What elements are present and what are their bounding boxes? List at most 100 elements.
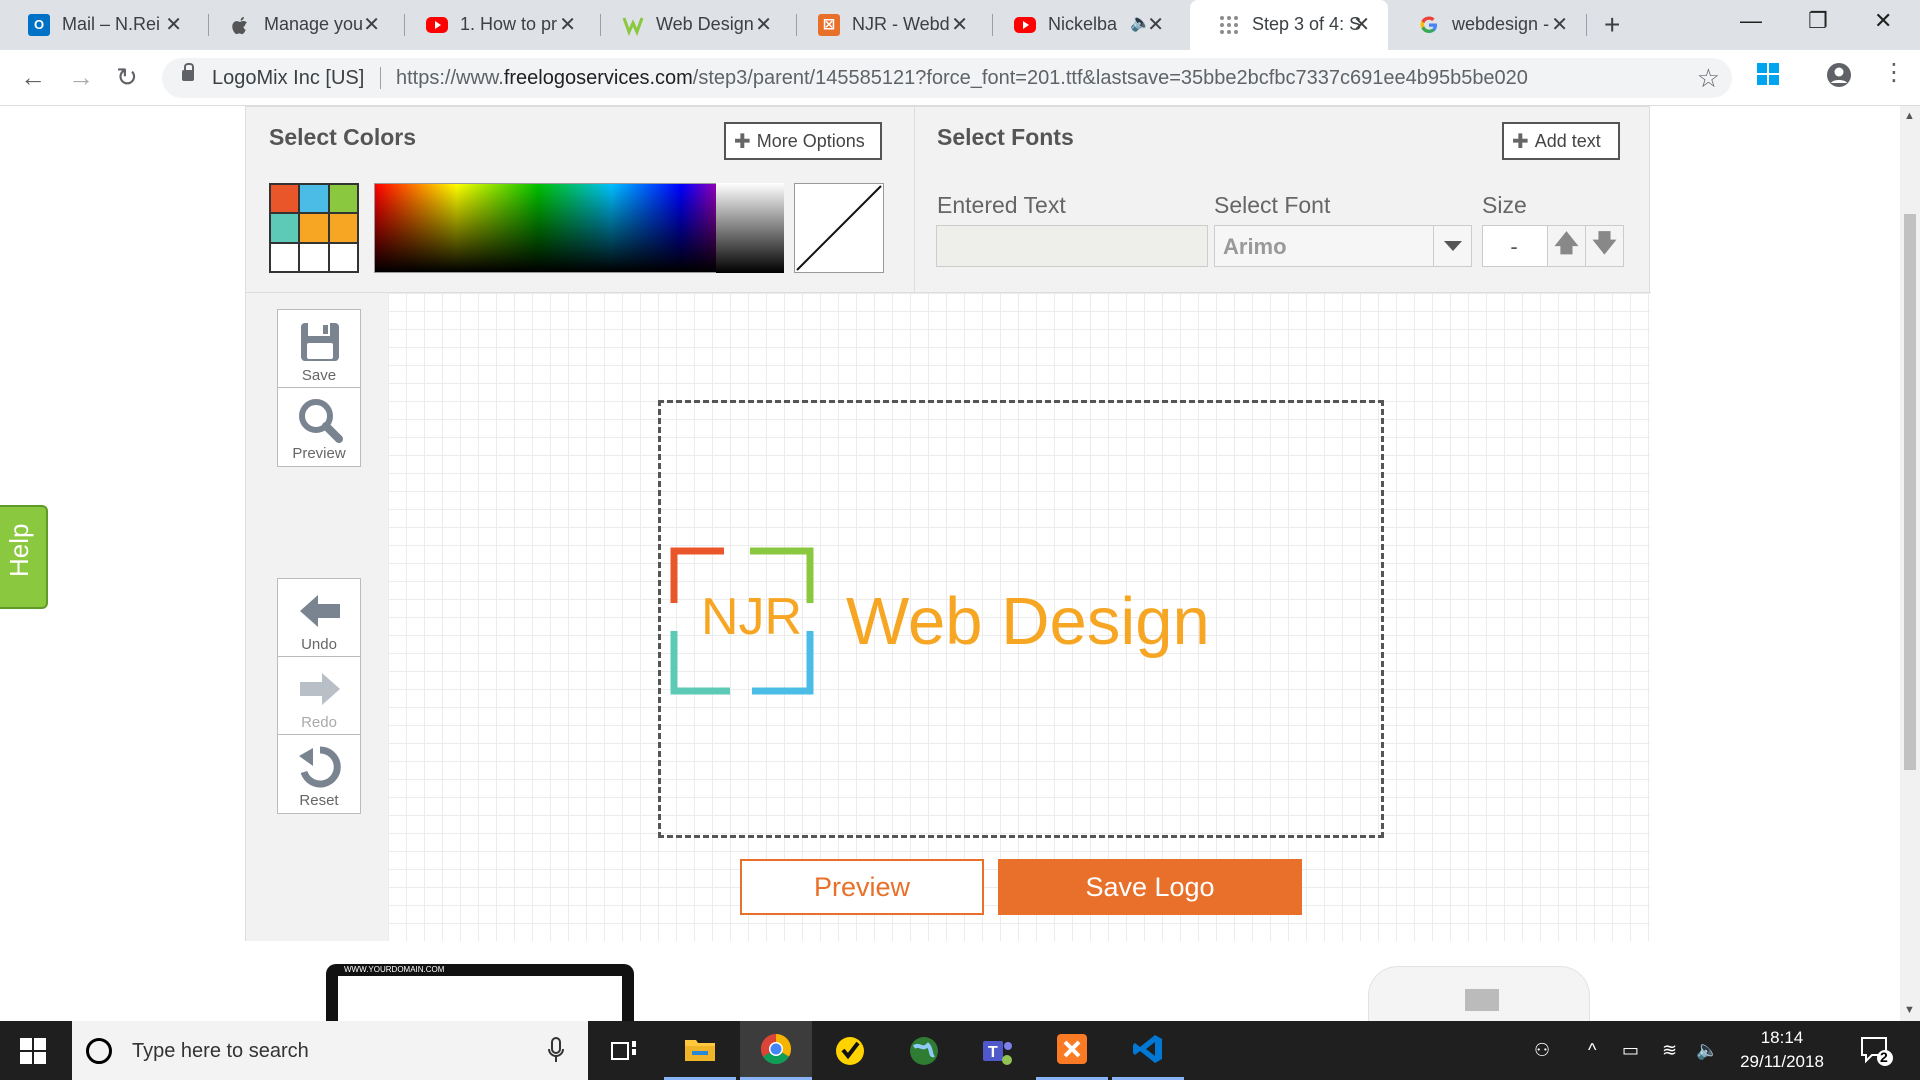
task-view-icon[interactable]	[588, 1021, 660, 1080]
chrome-icon[interactable]	[740, 1021, 812, 1080]
tab-google-webdesign[interactable]: webdesign - ✕	[1390, 0, 1586, 50]
grayscale-picker[interactable]	[716, 183, 784, 273]
close-icon[interactable]: ✕	[755, 12, 772, 37]
swatch[interactable]	[270, 184, 300, 214]
xampp-taskbar-icon[interactable]	[1036, 1021, 1108, 1080]
chevron-up-icon[interactable]: ^	[1588, 1040, 1596, 1061]
font-select[interactable]: Arimo	[1214, 225, 1472, 267]
swatch[interactable]	[299, 242, 329, 272]
close-icon[interactable]: ✕	[1147, 12, 1164, 37]
size-value[interactable]: -	[1483, 234, 1545, 260]
laptop-url-bar: WWW.YOURDOMAIN.COM	[338, 964, 598, 976]
tab-njr-webdesign[interactable]: ⊠ NJR - Webd ✕	[790, 0, 986, 50]
close-icon[interactable]: ✕	[559, 12, 576, 37]
file-explorer-icon[interactable]	[664, 1021, 736, 1080]
windows-extension-icon[interactable]	[1756, 62, 1780, 91]
help-label: Help	[4, 523, 34, 577]
tab-web-design[interactable]: Web Design ✕	[594, 0, 790, 50]
cortana-ring-icon	[86, 1038, 112, 1064]
scroll-up-arrow-icon[interactable]: ▲	[1904, 110, 1915, 122]
teams-icon[interactable]: T	[962, 1021, 1034, 1080]
design-canvas[interactable]: NJR Web Design	[388, 293, 1650, 941]
preview-tool-label: Preview	[292, 445, 346, 462]
close-icon[interactable]: ✕	[1551, 12, 1568, 37]
plus-icon: ✚	[734, 130, 751, 153]
tab-step-3-of-4[interactable]: Step 3 of 4: S ✕	[1190, 0, 1388, 50]
tab-label: NJR - Webd	[852, 14, 950, 34]
bookmark-star-icon[interactable]: ☆	[1697, 63, 1720, 94]
save-logo-button[interactable]: Save Logo	[998, 859, 1302, 915]
no-color-button[interactable]	[794, 183, 884, 273]
profile-avatar-icon[interactable]	[1826, 62, 1852, 93]
swatch[interactable]	[270, 242, 300, 272]
tab-label: Mail – N.Rei	[62, 14, 161, 34]
scroll-down-arrow-icon[interactable]: ▼	[1904, 1004, 1915, 1016]
address-bar[interactable]: LogoMix Inc [US] https://www.freelogoser…	[162, 58, 1732, 98]
preview-tool-button[interactable]: Preview	[277, 387, 361, 467]
swatch[interactable]	[328, 213, 358, 243]
norton-check-icon[interactable]	[814, 1021, 886, 1080]
forward-arrow-icon[interactable]: →	[68, 62, 94, 93]
close-icon[interactable]: ✕	[1353, 12, 1370, 37]
swatch[interactable]	[328, 184, 358, 214]
url-text[interactable]: https://www.freelogoservices.com/step3/p…	[396, 67, 1528, 90]
add-text-button[interactable]: ✚ Add text	[1502, 122, 1620, 160]
youtube-icon	[426, 17, 448, 33]
vscode-icon[interactable]	[1112, 1021, 1184, 1080]
redo-tool-button[interactable]: Redo	[277, 656, 361, 736]
logo-name-text[interactable]: Web Design	[846, 583, 1210, 660]
volume-icon[interactable]: 🔈	[1696, 1040, 1718, 1061]
tab-manage-apple-id[interactable]: Manage you ✕	[202, 0, 398, 50]
swatch[interactable]	[299, 213, 329, 243]
url-path: /step3/parent/145585121?force_font=201.t…	[692, 67, 1528, 89]
tab-youtube-how-to[interactable]: 1. How to pr ✕	[398, 0, 594, 50]
minimize-icon[interactable]: —	[1740, 8, 1762, 34]
back-arrow-icon[interactable]: ←	[20, 62, 46, 93]
battery-icon[interactable]: ▭	[1622, 1040, 1639, 1061]
grid-dots-icon	[1218, 14, 1240, 36]
windows-start-icon[interactable]	[20, 1038, 46, 1069]
undo-tool-button[interactable]: Undo	[277, 578, 361, 658]
size-decrease-arrow-icon[interactable]: 🡇	[1585, 226, 1623, 266]
tab-label: Manage you	[264, 14, 364, 34]
wifi-icon[interactable]: ≋	[1662, 1040, 1677, 1061]
redo-arrow-icon	[278, 665, 362, 713]
reset-tool-button[interactable]: Reset	[277, 734, 361, 814]
notification-center-icon[interactable]: 2	[1860, 1035, 1894, 1072]
close-icon[interactable]: ✕	[951, 12, 968, 37]
save-tool-button[interactable]: Save	[277, 309, 361, 389]
logo-preview[interactable]: NJR Web Design	[668, 543, 1228, 713]
entered-text-input[interactable]	[936, 225, 1208, 267]
close-icon[interactable]: ✕	[165, 12, 182, 37]
swatch[interactable]	[299, 184, 329, 214]
size-label: Size	[1482, 192, 1527, 218]
restore-icon[interactable]: ❐	[1808, 8, 1828, 34]
close-icon[interactable]: ✕	[363, 12, 380, 37]
swatch[interactable]	[270, 213, 300, 243]
taskbar-clock[interactable]: 18:14 29/11/2018	[1717, 1026, 1847, 1074]
preview-button[interactable]: Preview	[740, 859, 984, 915]
plus-icon: ✚	[1512, 130, 1529, 153]
microphone-icon[interactable]	[548, 1037, 564, 1068]
people-icon[interactable]: ⚇	[1534, 1040, 1550, 1061]
size-increase-arrow-icon[interactable]: 🡅	[1547, 226, 1585, 266]
scroll-thumb[interactable]	[1904, 214, 1916, 770]
swatch[interactable]	[328, 242, 358, 272]
tab-mail[interactable]: O Mail – N.Rei ✕	[0, 0, 200, 50]
undo-arrow-icon	[278, 587, 362, 635]
more-options-button[interactable]: ✚ More Options	[724, 122, 882, 160]
chevron-down-icon[interactable]	[1433, 226, 1471, 266]
taskbar-search-box[interactable]: Type here to search	[72, 1021, 588, 1080]
tab-nickelback[interactable]: Nickelba 🔈 ✕	[986, 0, 1182, 50]
url-separator	[380, 67, 381, 89]
logo-monogram[interactable]: NJR	[701, 587, 802, 647]
globe-app-icon[interactable]	[888, 1021, 960, 1080]
reload-icon[interactable]: ↻	[116, 62, 138, 93]
help-tab[interactable]: Help	[0, 505, 48, 609]
notification-count: 2	[1880, 1049, 1888, 1065]
close-window-icon[interactable]: ✕	[1874, 8, 1892, 34]
new-tab-plus-icon[interactable]: +	[1604, 9, 1620, 41]
page-scrollbar[interactable]: ▲ ▼	[1900, 106, 1920, 1021]
xampp-icon: ⊠	[818, 14, 840, 36]
menu-dots-icon[interactable]: ⋮	[1882, 58, 1906, 87]
